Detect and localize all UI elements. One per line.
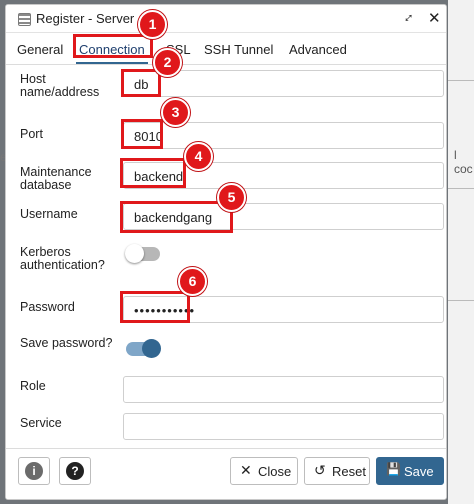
save-password-label: Save password? [20, 336, 113, 350]
annotation-badge-3: 3 [161, 98, 190, 127]
toggle-knob [125, 244, 144, 263]
port-label: Port [20, 127, 43, 141]
reset-icon: ↺ [314, 462, 326, 478]
save-button-label: Save [404, 464, 434, 479]
active-tab-indicator [76, 62, 148, 64]
kerberos-toggle[interactable] [125, 244, 160, 263]
tab-bar: General Connection SSL SSH Tunnel Advanc… [6, 33, 446, 65]
dialog-footer: i ? ✕ Close ↺ Reset 💾 Save [6, 448, 446, 499]
save-password-toggle[interactable] [126, 339, 161, 358]
maintenance-db-label: Maintenance database [20, 165, 92, 192]
highlight-password [120, 291, 190, 323]
divider [448, 80, 474, 81]
highlight-username [120, 201, 233, 233]
toggle-knob [142, 339, 161, 358]
connection-form[interactable]: Host name/address db Port 8010 Maintenan… [6, 65, 446, 448]
register-server-dialog: Register - Server ↕ ✕ General Connection… [5, 4, 447, 500]
host-label: Host name/address [20, 72, 100, 99]
help-icon: ? [66, 462, 84, 480]
reset-button[interactable]: ↺ Reset [304, 457, 370, 485]
close-button-label: Close [258, 464, 292, 479]
info-icon: i [25, 462, 43, 480]
highlight-host [121, 69, 161, 97]
dialog-title: Register - Server [36, 11, 135, 26]
tab-ssh-tunnel[interactable]: SSH Tunnel [204, 42, 273, 57]
background-text: l coc [454, 148, 473, 176]
help-button[interactable]: ? [59, 457, 91, 485]
server-icon [18, 13, 31, 26]
annotation-badge-6: 6 [178, 267, 207, 296]
service-input[interactable] [123, 413, 444, 440]
floppy-disk-icon: 💾 [386, 462, 401, 476]
kerberos-label: Kerberos authentication? [20, 245, 105, 272]
divider [448, 188, 474, 189]
highlight-port [121, 119, 163, 149]
close-button[interactable]: ✕ Close [230, 457, 298, 485]
annotation-badge-1: 1 [138, 10, 167, 39]
service-label: Service [20, 416, 62, 430]
annotation-badge-5: 5 [217, 183, 246, 212]
annotation-badge-4: 4 [184, 142, 213, 171]
role-label: Role [20, 379, 46, 393]
close-icon[interactable]: ✕ [428, 9, 441, 27]
role-input[interactable] [123, 376, 444, 403]
tab-advanced[interactable]: Advanced [289, 42, 347, 57]
password-label: Password [20, 300, 75, 314]
annotation-badge-2: 2 [153, 48, 182, 77]
expand-arrows-icon[interactable]: ↕ [401, 9, 417, 25]
background-panel: l coc [448, 0, 474, 504]
info-button[interactable]: i [18, 457, 50, 485]
divider [448, 300, 474, 301]
tab-general[interactable]: General [17, 42, 63, 57]
username-label: Username [20, 207, 78, 221]
dialog-titlebar[interactable]: Register - Server ↕ ✕ [6, 5, 446, 33]
save-button[interactable]: 💾 Save [376, 457, 444, 485]
close-x-icon: ✕ [240, 462, 252, 478]
highlight-maintenance-db [120, 158, 186, 188]
highlight-connection-tab [73, 34, 153, 58]
reset-button-label: Reset [332, 464, 366, 479]
